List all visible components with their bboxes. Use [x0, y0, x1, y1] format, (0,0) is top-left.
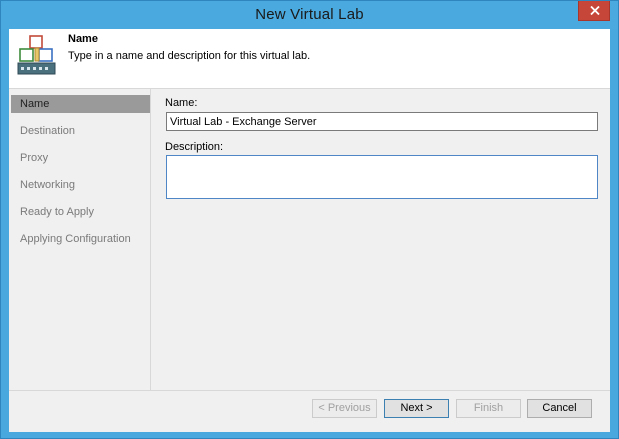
wizard-header: Name Type in a name and description for … — [9, 29, 610, 89]
wizard-content: Name: Description: — [152, 89, 610, 390]
wizard-footer: < Previous Next > Finish Cancel — [9, 390, 610, 432]
new-virtual-lab-window: New Virtual Lab Name Type in a name and … — [0, 0, 619, 439]
finish-button[interactable]: Finish — [456, 399, 521, 418]
name-input[interactable] — [166, 112, 598, 131]
nav-step-destination[interactable]: Destination — [11, 122, 150, 140]
wizard-steps-nav: Name Destination Proxy Networking Ready … — [9, 89, 151, 390]
wizard-client-area: Name Type in a name and description for … — [9, 29, 610, 432]
previous-button[interactable]: < Previous — [312, 399, 377, 418]
close-icon — [590, 6, 600, 15]
nav-step-name[interactable]: Name — [11, 95, 150, 113]
nav-step-proxy[interactable]: Proxy — [11, 149, 150, 167]
nav-step-networking[interactable]: Networking — [11, 176, 150, 194]
cancel-button[interactable]: Cancel — [527, 399, 592, 418]
window-title: New Virtual Lab — [255, 6, 364, 23]
step-description: Type in a name and description for this … — [68, 50, 311, 62]
step-title: Name — [68, 33, 98, 45]
title-bar[interactable]: New Virtual Lab — [1, 1, 618, 29]
virtual-lab-icon — [16, 33, 58, 82]
description-label: Description: — [165, 141, 224, 153]
description-input[interactable] — [166, 155, 598, 199]
name-label: Name: — [165, 97, 198, 109]
close-button[interactable] — [578, 1, 610, 21]
next-button[interactable]: Next > — [384, 399, 449, 418]
nav-step-ready-to-apply[interactable]: Ready to Apply — [11, 203, 150, 221]
nav-step-applying-configuration[interactable]: Applying Configuration — [11, 230, 150, 248]
